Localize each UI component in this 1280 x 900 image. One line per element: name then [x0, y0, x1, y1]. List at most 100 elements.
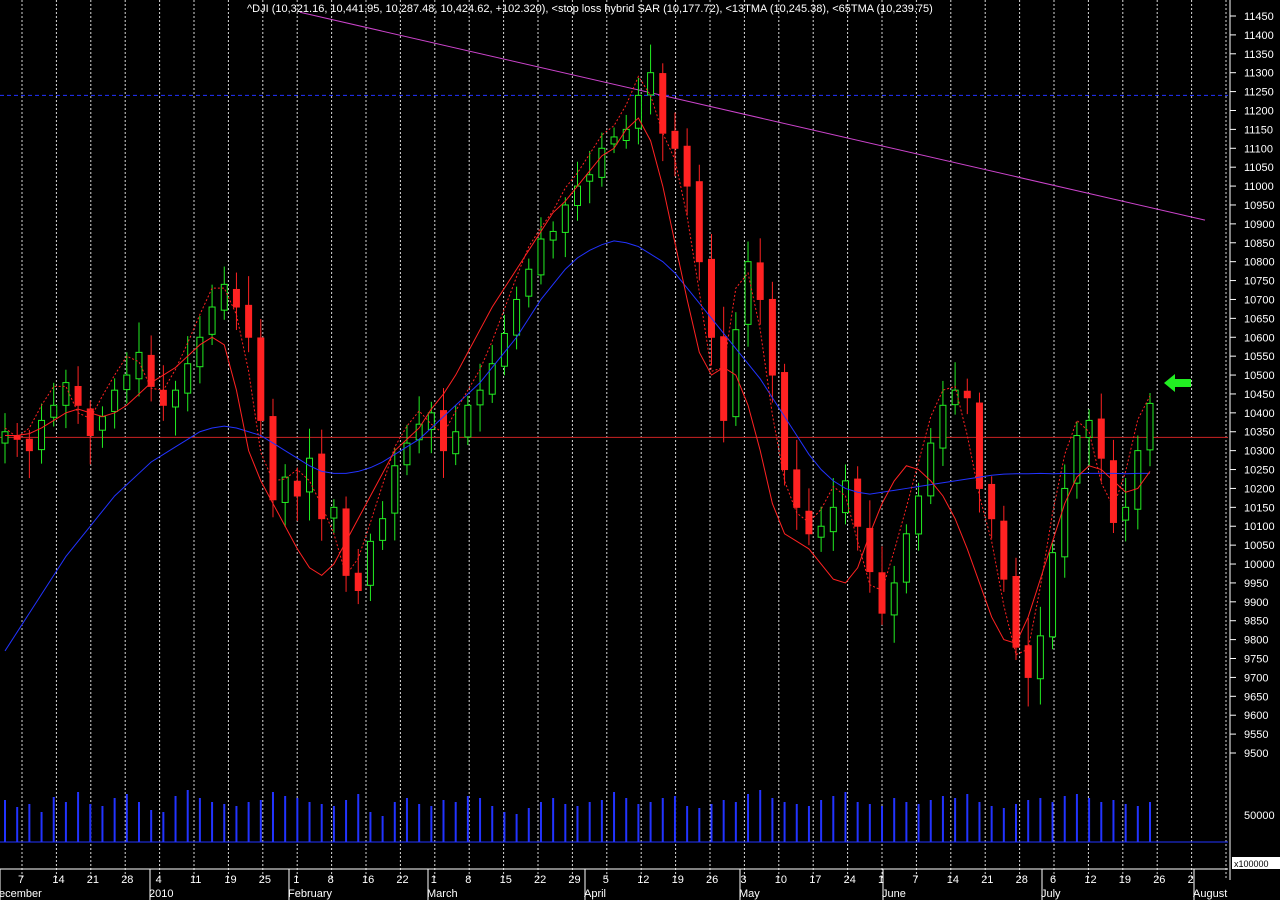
candle-body — [232, 288, 240, 308]
y-tick-label: 10100 — [1244, 521, 1275, 533]
candle-body — [781, 372, 789, 471]
candle-body — [1036, 635, 1044, 680]
y-tick-label: 10350 — [1244, 427, 1275, 439]
candle-body — [111, 389, 119, 412]
candle-body — [1012, 576, 1020, 648]
candle-body — [975, 402, 983, 489]
x-day-label: 6 — [1050, 874, 1056, 886]
x-month-label: ecember — [0, 888, 42, 900]
candle-body — [720, 336, 728, 421]
stock-chart: 1145011400113501130011250112001115011100… — [0, 0, 1280, 900]
x-day-label: 16 — [362, 874, 374, 886]
candle-body — [354, 572, 362, 591]
y-tick-label: 11050 — [1244, 162, 1274, 174]
y-tick-label: 10550 — [1244, 351, 1275, 363]
volume-scale-label: x100000 — [1234, 859, 1269, 869]
candle-body — [890, 582, 898, 616]
candle-body — [159, 389, 167, 406]
x-month-label: April — [584, 888, 606, 900]
candle-body — [610, 136, 618, 145]
candle-body — [586, 174, 594, 182]
candle-body — [318, 453, 326, 520]
candle-body — [391, 465, 399, 514]
candle-body — [1049, 552, 1057, 638]
candle-body — [744, 261, 752, 325]
x-month-label: June — [882, 888, 906, 900]
x-day-label: 4 — [156, 874, 162, 886]
candle-body — [659, 73, 667, 134]
candle-body — [269, 416, 277, 501]
y-tick-label: 10450 — [1244, 389, 1275, 401]
x-month-label: February — [288, 888, 333, 900]
x-day-label: 15 — [500, 874, 512, 886]
candle-body — [915, 495, 923, 535]
y-tick-label: 9900 — [1244, 597, 1268, 609]
candle-body — [208, 306, 216, 335]
candle-body — [1085, 419, 1093, 439]
x-month-label: July — [1041, 888, 1061, 900]
candle-body — [988, 483, 996, 520]
y-tick-label: 10650 — [1244, 313, 1275, 325]
x-day-label: 12 — [637, 874, 649, 886]
y-tick-label: 9850 — [1244, 616, 1268, 628]
x-month-label: March — [427, 888, 458, 900]
y-tick-label: 10850 — [1244, 238, 1275, 250]
x-day-label: 21 — [87, 874, 99, 886]
candle-body — [634, 94, 642, 129]
candle-body — [768, 298, 776, 376]
x-day-label: 11 — [190, 874, 201, 886]
candle-body — [330, 506, 338, 519]
y-tick-label: 9800 — [1244, 635, 1268, 647]
candle-body — [281, 476, 289, 503]
candle-body — [963, 390, 971, 399]
candle-body — [1146, 402, 1154, 451]
candle-body — [196, 336, 204, 368]
candle-body — [38, 419, 46, 451]
candle-body — [513, 298, 521, 336]
y-tick-label: 10200 — [1244, 483, 1275, 495]
candle-body — [1122, 506, 1130, 521]
x-day-label: 22 — [396, 874, 408, 886]
x-day-label: 28 — [121, 874, 133, 886]
candle-body — [1, 431, 9, 444]
candle-body — [25, 438, 33, 452]
candle-body — [366, 540, 374, 586]
candle-body — [829, 506, 837, 533]
candle-body — [476, 389, 484, 406]
candle-body — [756, 262, 764, 300]
y-tick-label: 10800 — [1244, 257, 1275, 269]
x-day-label: 24 — [844, 874, 856, 886]
candle-body — [683, 145, 691, 187]
x-day-label: 21 — [981, 874, 993, 886]
y-tick-label: 9650 — [1244, 691, 1268, 703]
x-day-label: 22 — [534, 874, 546, 886]
candle-body — [622, 128, 630, 142]
x-day-label: 1 — [293, 874, 299, 886]
x-day-label: 26 — [706, 874, 718, 886]
y-tick-label: 10000 — [1244, 559, 1275, 571]
candle-body — [306, 457, 314, 493]
x-day-label: 8 — [328, 874, 334, 886]
y-tick-label: 9550 — [1244, 729, 1268, 741]
y-tick-label: 11450 — [1244, 11, 1274, 23]
candle-body — [793, 469, 801, 508]
x-day-label: 17 — [809, 874, 821, 886]
candle-body — [537, 238, 545, 276]
candle-body — [671, 130, 679, 149]
candle-body — [74, 385, 82, 406]
x-day-label: 19 — [1119, 874, 1131, 886]
y-tick-label: 9750 — [1244, 654, 1268, 666]
candle-body — [647, 72, 655, 96]
y-tick-label: 11200 — [1244, 105, 1274, 117]
x-day-label: 10 — [775, 874, 787, 886]
y-tick-label: 10900 — [1244, 219, 1275, 231]
x-day-label: 8 — [465, 874, 471, 886]
x-month-label: August — [1193, 888, 1227, 900]
candle-body — [1097, 418, 1105, 459]
candle-body — [878, 572, 886, 614]
y-tick-label: 10400 — [1244, 408, 1275, 420]
y-tick-label: 9950 — [1244, 578, 1268, 590]
volume-tick-label: 50000 — [1244, 810, 1275, 822]
x-day-label: 29 — [568, 874, 580, 886]
y-tick-label: 11300 — [1244, 68, 1274, 80]
